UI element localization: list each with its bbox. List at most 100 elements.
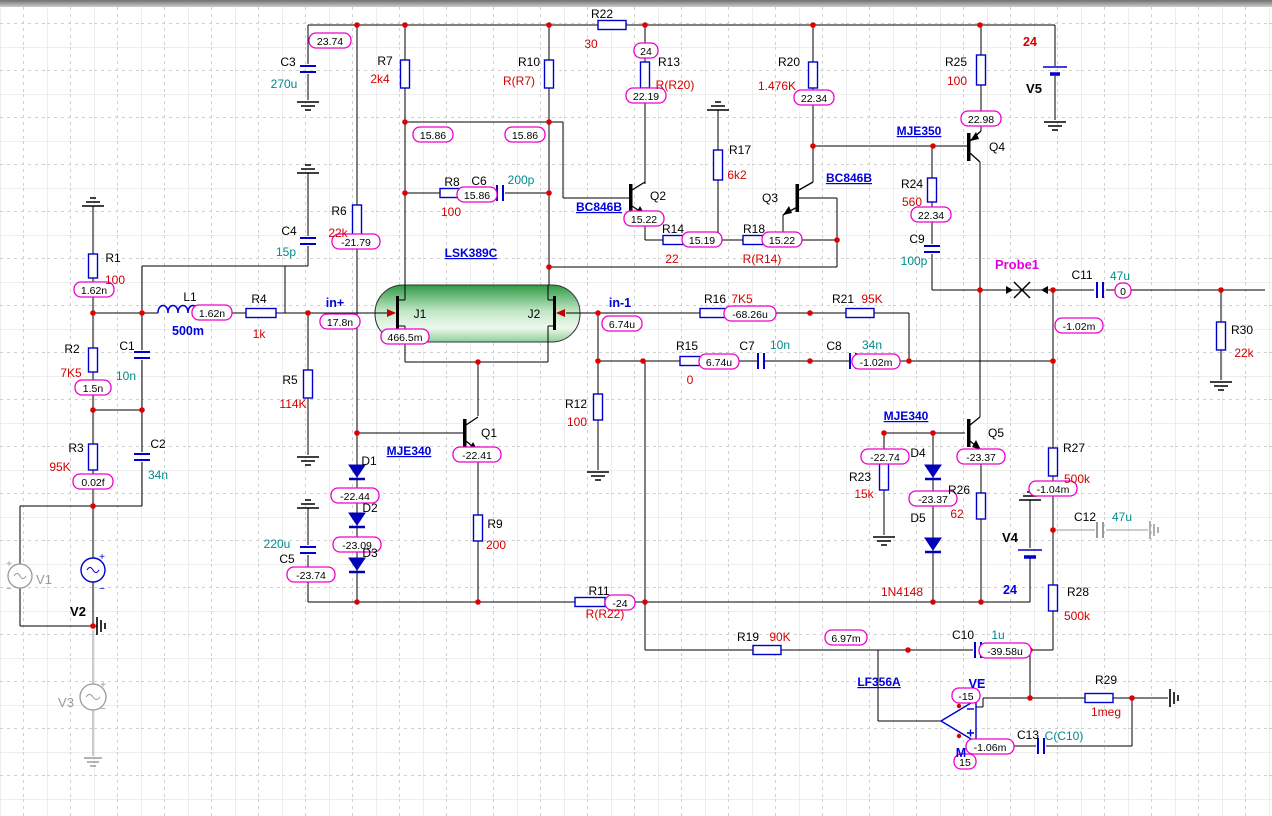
ref-R12[interactable]: R12 bbox=[565, 397, 587, 411]
value-C11[interactable]: 47u bbox=[1110, 269, 1130, 283]
ref-R9[interactable]: R9 bbox=[487, 517, 503, 531]
ref-V5[interactable]: V5 bbox=[1026, 81, 1042, 96]
svg-text:0.02f[interactable]: 0.02f bbox=[81, 477, 104, 489]
ref-C1[interactable]: C1 bbox=[119, 339, 135, 353]
ref-Q2[interactable]: Q2 bbox=[650, 189, 666, 203]
value-R21[interactable]: 95K bbox=[861, 292, 882, 306]
ref-R26[interactable]: R26 bbox=[948, 483, 970, 497]
ref-C7[interactable]: C7 bbox=[739, 339, 755, 353]
value-R17[interactable]: 6k2 bbox=[727, 168, 747, 182]
svg-text:1.62n[interactable]: 1.62n bbox=[81, 285, 107, 297]
ref-C2[interactable]: C2 bbox=[150, 437, 166, 451]
svg-text:22.34[interactable]: 22.34 bbox=[918, 210, 944, 222]
svg-text:-68.26u[interactable]: -68.26u bbox=[732, 309, 768, 321]
model-MJE340-q5[interactable]: MJE340 bbox=[884, 409, 929, 423]
ref-Q1[interactable]: Q1 bbox=[481, 426, 497, 440]
svg-text:15.86[interactable]: 15.86 bbox=[464, 190, 490, 202]
value-C6[interactable]: 200p bbox=[508, 173, 535, 187]
net-label-ve[interactable]: VE bbox=[969, 677, 986, 691]
ref-C11[interactable]: C11 bbox=[1071, 268, 1092, 282]
svg-text:466.5m[interactable]: 466.5m bbox=[387, 332, 422, 344]
svg-text:6.97m[interactable]: 6.97m bbox=[831, 633, 860, 645]
value-R12[interactable]: 100 bbox=[567, 415, 587, 429]
ref-R14[interactable]: R14 bbox=[662, 222, 684, 236]
value-R5[interactable]: 114K bbox=[279, 397, 306, 411]
svg-text:15.86[interactable]: 15.86 bbox=[420, 130, 446, 142]
ref-J1[interactable]: J1 bbox=[414, 307, 427, 321]
value-V5[interactable]: 24 bbox=[1023, 35, 1037, 49]
ref-V3[interactable]: V3 bbox=[58, 695, 74, 710]
svg-text:-1.06m[interactable]: -1.06m bbox=[974, 742, 1007, 754]
value-R8[interactable]: 100 bbox=[441, 205, 461, 219]
svg-text:17.8n[interactable]: 17.8n bbox=[327, 317, 353, 329]
ref-R2[interactable]: R2 bbox=[64, 342, 80, 356]
value-C2[interactable]: 34n bbox=[148, 468, 168, 482]
ref-Q4[interactable]: Q4 bbox=[989, 140, 1005, 154]
model-BC846B-q3[interactable]: BC846B bbox=[826, 171, 872, 185]
ref-L1[interactable]: L1 bbox=[183, 290, 197, 304]
ref-R11[interactable]: R11 bbox=[588, 584, 609, 598]
value-R2[interactable]: 7K5 bbox=[60, 366, 82, 380]
value-C3[interactable]: 270u bbox=[271, 77, 298, 91]
svg-text:22.34[interactable]: 22.34 bbox=[801, 93, 827, 105]
svg-text:22.98[interactable]: 22.98 bbox=[968, 114, 994, 126]
ref-D4[interactable]: D4 bbox=[910, 446, 926, 460]
ref-C12[interactable]: C12 bbox=[1074, 510, 1096, 524]
value-C9[interactable]: 100p bbox=[901, 254, 928, 268]
ref-C3[interactable]: C3 bbox=[280, 55, 296, 69]
svg-text:-1.02m[interactable]: -1.02m bbox=[860, 357, 893, 369]
value-R27[interactable]: 500k bbox=[1064, 472, 1091, 486]
ref-R29[interactable]: R29 bbox=[1095, 673, 1117, 687]
value-R22[interactable]: 30 bbox=[584, 37, 598, 51]
value-R29[interactable]: 1meg bbox=[1091, 705, 1121, 719]
svg-text:0[interactable]: 0 bbox=[1120, 286, 1126, 298]
value-R1[interactable]: 100 bbox=[105, 273, 125, 287]
svg-text:24[interactable]: 24 bbox=[640, 46, 652, 58]
ref-R21[interactable]: R21 bbox=[832, 292, 854, 306]
value-C10[interactable]: 1u bbox=[991, 628, 1004, 642]
ref-R30[interactable]: R30 bbox=[1231, 323, 1253, 337]
svg-text:-23.37[interactable]: -23.37 bbox=[966, 452, 996, 464]
ref-V4[interactable]: V4 bbox=[1002, 530, 1019, 545]
value-R16[interactable]: 7K5 bbox=[731, 292, 753, 306]
svg-text:-39.58u[interactable]: -39.58u bbox=[987, 646, 1023, 658]
svg-text:-15[interactable]: -15 bbox=[958, 691, 973, 703]
svg-text:6.74u[interactable]: 6.74u bbox=[706, 357, 732, 369]
value-R25[interactable]: 100 bbox=[947, 74, 967, 88]
svg-text:15.22[interactable]: 15.22 bbox=[631, 214, 657, 226]
ref-D5[interactable]: D5 bbox=[910, 511, 926, 525]
ref-V2[interactable]: V2 bbox=[70, 604, 86, 619]
ref-C8[interactable]: C8 bbox=[826, 339, 842, 353]
value-R30[interactable]: 22k bbox=[1234, 346, 1254, 360]
value-R9[interactable]: 200 bbox=[486, 538, 506, 552]
value-R24[interactable]: 560 bbox=[902, 195, 922, 209]
value-C5[interactable]: 220u bbox=[264, 537, 291, 551]
model-MJE350[interactable]: MJE350 bbox=[897, 124, 942, 138]
value-V4[interactable]: 24 bbox=[1003, 583, 1017, 597]
model-LF356A[interactable]: LF356A bbox=[857, 675, 901, 689]
ref-R6[interactable]: R6 bbox=[331, 204, 347, 218]
ref-R19[interactable]: R19 bbox=[737, 630, 759, 644]
ref-Q5[interactable]: Q5 bbox=[988, 426, 1004, 440]
value-R13[interactable]: R(R20) bbox=[656, 78, 695, 92]
ref-R24[interactable]: R24 bbox=[901, 177, 923, 191]
value-R4[interactable]: 1k bbox=[253, 327, 267, 341]
svg-text:-1.02m[interactable]: -1.02m bbox=[1063, 321, 1096, 333]
ref-R27[interactable]: R27 bbox=[1063, 441, 1085, 455]
value-L1[interactable]: 500m bbox=[172, 324, 204, 338]
ref-R22[interactable]: R22 bbox=[591, 7, 613, 21]
ref-R10[interactable]: R10 bbox=[518, 55, 540, 69]
value-R19[interactable]: 90K bbox=[769, 630, 790, 644]
svg-text:23.74[interactable]: 23.74 bbox=[317, 36, 343, 48]
ref-R8[interactable]: R8 bbox=[444, 175, 460, 189]
ref-R16[interactable]: R16 bbox=[704, 292, 726, 306]
net-label-in-minus[interactable]: in-1 bbox=[609, 296, 631, 310]
value-R11[interactable]: R(R22) bbox=[586, 607, 625, 621]
svg-text:-23.37[interactable]: -23.37 bbox=[918, 494, 948, 506]
ref-R25[interactable]: R25 bbox=[945, 55, 967, 69]
value-C1[interactable]: 10n bbox=[116, 369, 136, 383]
value-R14[interactable]: 22 bbox=[665, 252, 679, 266]
value-C12[interactable]: 47u bbox=[1112, 510, 1132, 524]
ref-R1[interactable]: R1 bbox=[105, 251, 121, 265]
ref-C6[interactable]: C6 bbox=[471, 174, 487, 188]
